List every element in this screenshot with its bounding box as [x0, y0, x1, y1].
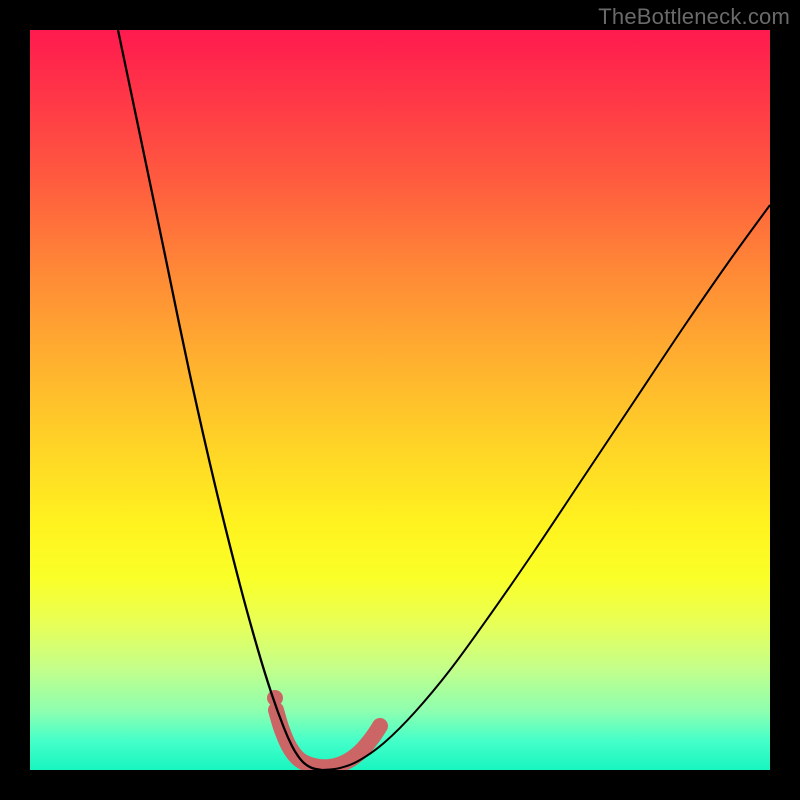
curves-svg [30, 30, 770, 770]
highlight-band [276, 710, 380, 767]
plot-area [30, 30, 770, 770]
left-curve [118, 30, 322, 770]
watermark-label: TheBottleneck.com [598, 4, 790, 30]
chart-frame: TheBottleneck.com [0, 0, 800, 800]
right-curve [322, 205, 770, 770]
